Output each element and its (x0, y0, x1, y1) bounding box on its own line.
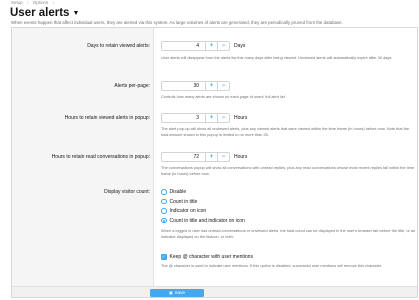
per-page-hint: Controls how many alerts are shown on ea… (161, 94, 286, 99)
page-description: When events happen that affect individua… (11, 19, 343, 25)
days-viewed-increment-button[interactable]: + (205, 42, 217, 50)
visitor-count-label: Display visitor count: (104, 189, 150, 195)
radio-button-selected-icon[interactable] (161, 217, 167, 224)
days-viewed-decrement-button[interactable]: − (217, 42, 229, 50)
hours-read-label: Hours to retain read conversations in po… (51, 154, 150, 160)
hours-read-unit: Hours (234, 154, 248, 160)
radio-button-icon[interactable] (161, 208, 167, 214)
save-button[interactable]: ▣ Save (150, 288, 204, 297)
hours-popup-stepper[interactable]: 3 + − (161, 113, 230, 123)
visitor-count-hint: When a logged in user has unread convers… (161, 228, 416, 239)
radio-count-and-indicator[interactable]: Count in title and indicator on icon (161, 218, 245, 224)
per-page-decrement-button[interactable]: − (217, 82, 229, 90)
page-title[interactable]: User alerts ▼ (10, 7, 79, 19)
save-icon: ▣ (168, 290, 173, 295)
days-unit: Days (234, 43, 246, 49)
hours-read-stepper[interactable]: 72 + − (161, 152, 230, 162)
breadcrumb-item-setup[interactable]: Setup (11, 0, 23, 5)
radio-disable[interactable]: Disable (161, 189, 186, 195)
days-viewed-label: Days to retain viewed alerts: (87, 43, 150, 49)
form-footer: ▣ Save (12, 286, 417, 297)
per-page-label: Alerts per-page: (114, 83, 150, 89)
per-page-stepper[interactable]: 30 + − (161, 81, 230, 91)
radio-button-icon[interactable] (161, 198, 167, 205)
options-panel: Days to retain viewed alerts: 4 + − Days… (11, 27, 418, 298)
hours-read-increment-button[interactable]: + (205, 153, 217, 161)
keep-at-hint: The @ character is used to indicate user… (161, 263, 383, 268)
hours-popup-label: Hours to retain viewed alerts in popup: (64, 115, 150, 121)
hours-popup-hint: The alert pop-up will show all unviewed … (161, 126, 410, 137)
breadcrumb-separator: › (52, 0, 55, 5)
hours-read-hint: The conversations popup will show all co… (161, 165, 415, 176)
keep-at-checkbox[interactable]: ✓ Keep @ character with user mentions (161, 254, 253, 260)
hours-read-decrement-button[interactable]: − (217, 153, 229, 161)
hours-read-value[interactable]: 72 (162, 154, 205, 160)
radio-indicator-on-icon[interactable]: Indicator on icon (161, 208, 206, 214)
page-title-text: User alerts (10, 7, 70, 19)
radio-disable-label[interactable]: Disable (170, 189, 187, 195)
hours-popup-value[interactable]: 3 (162, 115, 205, 121)
radio-count-in-title-label[interactable]: Count in title (170, 199, 198, 205)
radio-count-and-indicator-label[interactable]: Count in title and indicator on icon (170, 218, 245, 224)
keep-at-label[interactable]: Keep @ character with user mentions (170, 254, 253, 260)
checkbox-checked-icon[interactable]: ✓ (161, 254, 167, 260)
radio-button-icon[interactable] (161, 189, 167, 195)
hours-popup-decrement-button[interactable]: − (217, 114, 229, 122)
hours-popup-increment-button[interactable]: + (205, 114, 217, 122)
days-viewed-stepper[interactable]: 4 + − (161, 41, 230, 51)
days-viewed-value[interactable]: 4 (162, 43, 205, 49)
radio-indicator-on-icon-label[interactable]: Indicator on icon (170, 208, 207, 214)
breadcrumb: Setup › Options › (11, 0, 57, 5)
per-page-value[interactable]: 30 (162, 83, 205, 89)
days-viewed-hint: User alerts will disappear from the aler… (161, 55, 393, 60)
caret-down-icon[interactable]: ▼ (72, 10, 79, 17)
breadcrumb-item-options[interactable]: Options (33, 0, 49, 5)
save-button-label: Save (174, 290, 186, 295)
radio-count-in-title[interactable]: Count in title (161, 199, 197, 205)
breadcrumb-separator: › (27, 0, 29, 5)
per-page-increment-button[interactable]: + (205, 82, 217, 90)
hours-popup-unit: Hours (234, 115, 248, 121)
